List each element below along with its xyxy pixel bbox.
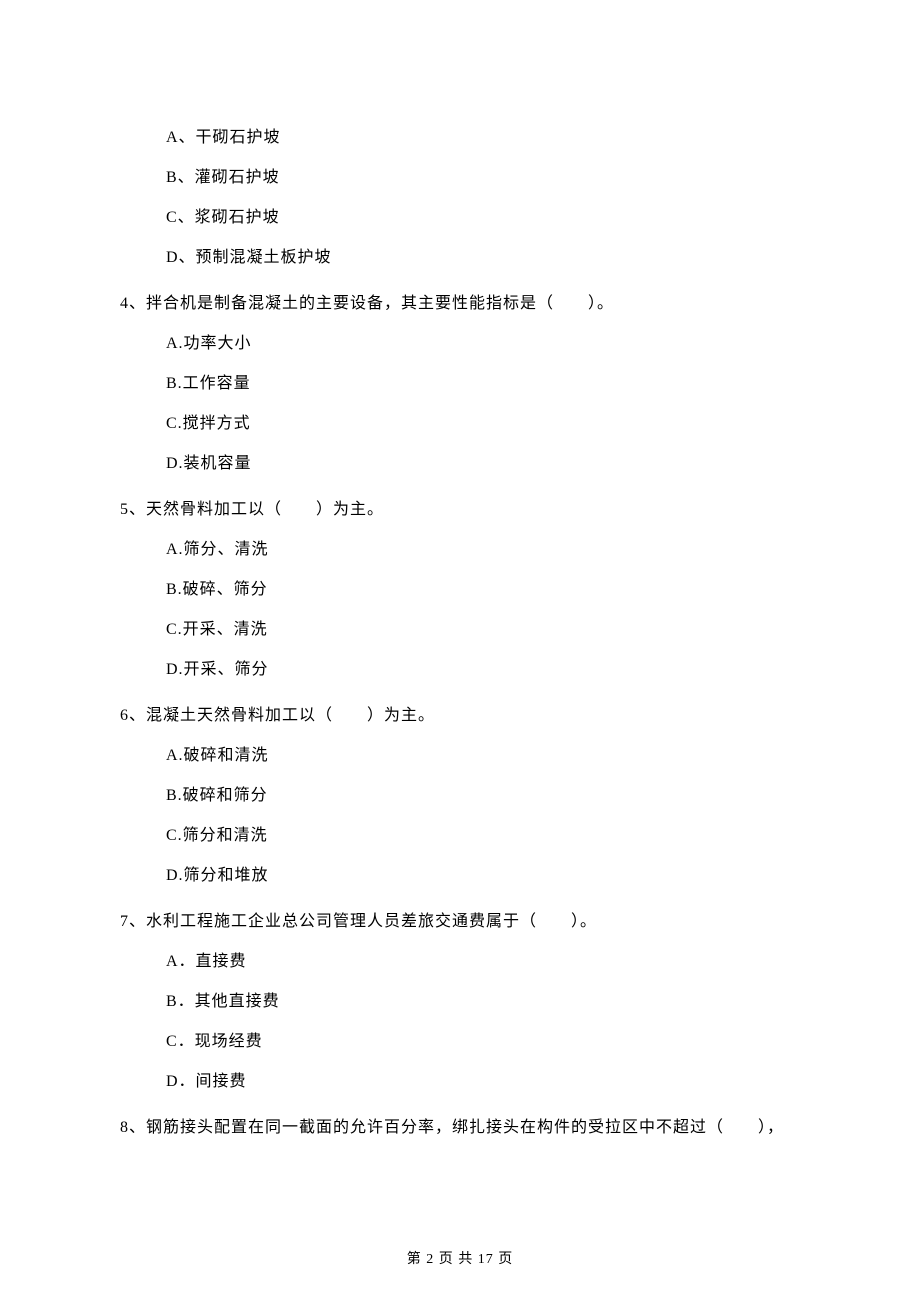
option-text: A.筛分、清洗 (166, 538, 800, 562)
option-text: D.筛分和堆放 (166, 864, 800, 888)
question-text: 4、拌合机是制备混凝土的主要设备，其主要性能指标是（ ）。 (120, 292, 800, 316)
option-text: C.开采、清洗 (166, 618, 800, 642)
option-text: B.工作容量 (166, 372, 800, 396)
option-text: A．直接费 (166, 950, 800, 974)
option-text: B.破碎、筛分 (166, 578, 800, 602)
option-text: D、预制混凝土板护坡 (166, 246, 800, 270)
question-text: 8、钢筋接头配置在同一截面的允许百分率，绑扎接头在构件的受拉区中不超过（ ）， (120, 1116, 800, 1140)
option-text: C、浆砌石护坡 (166, 206, 800, 230)
question-text: 5、天然骨料加工以（ ）为主。 (120, 498, 800, 522)
option-text: A、干砌石护坡 (166, 126, 800, 150)
option-text: D.装机容量 (166, 452, 800, 476)
option-text: B、灌砌石护坡 (166, 166, 800, 190)
question-text: 6、混凝土天然骨料加工以（ ）为主。 (120, 704, 800, 728)
option-text: D．间接费 (166, 1070, 800, 1094)
option-text: A.功率大小 (166, 332, 800, 356)
page-footer: 第 2 页 共 17 页 (0, 1248, 920, 1268)
option-text: C．现场经费 (166, 1030, 800, 1054)
page-content: A、干砌石护坡 B、灌砌石护坡 C、浆砌石护坡 D、预制混凝土板护坡 4、拌合机是制备混… (0, 0, 920, 1196)
option-text: C.筛分和清洗 (166, 824, 800, 848)
option-text: A.破碎和清洗 (166, 744, 800, 768)
option-text: B.破碎和筛分 (166, 784, 800, 808)
option-text: D.开采、筛分 (166, 658, 800, 682)
option-text: B．其他直接费 (166, 990, 800, 1014)
option-text: C.搅拌方式 (166, 412, 800, 436)
question-text: 7、水利工程施工企业总公司管理人员差旅交通费属于（ ）。 (120, 910, 800, 934)
